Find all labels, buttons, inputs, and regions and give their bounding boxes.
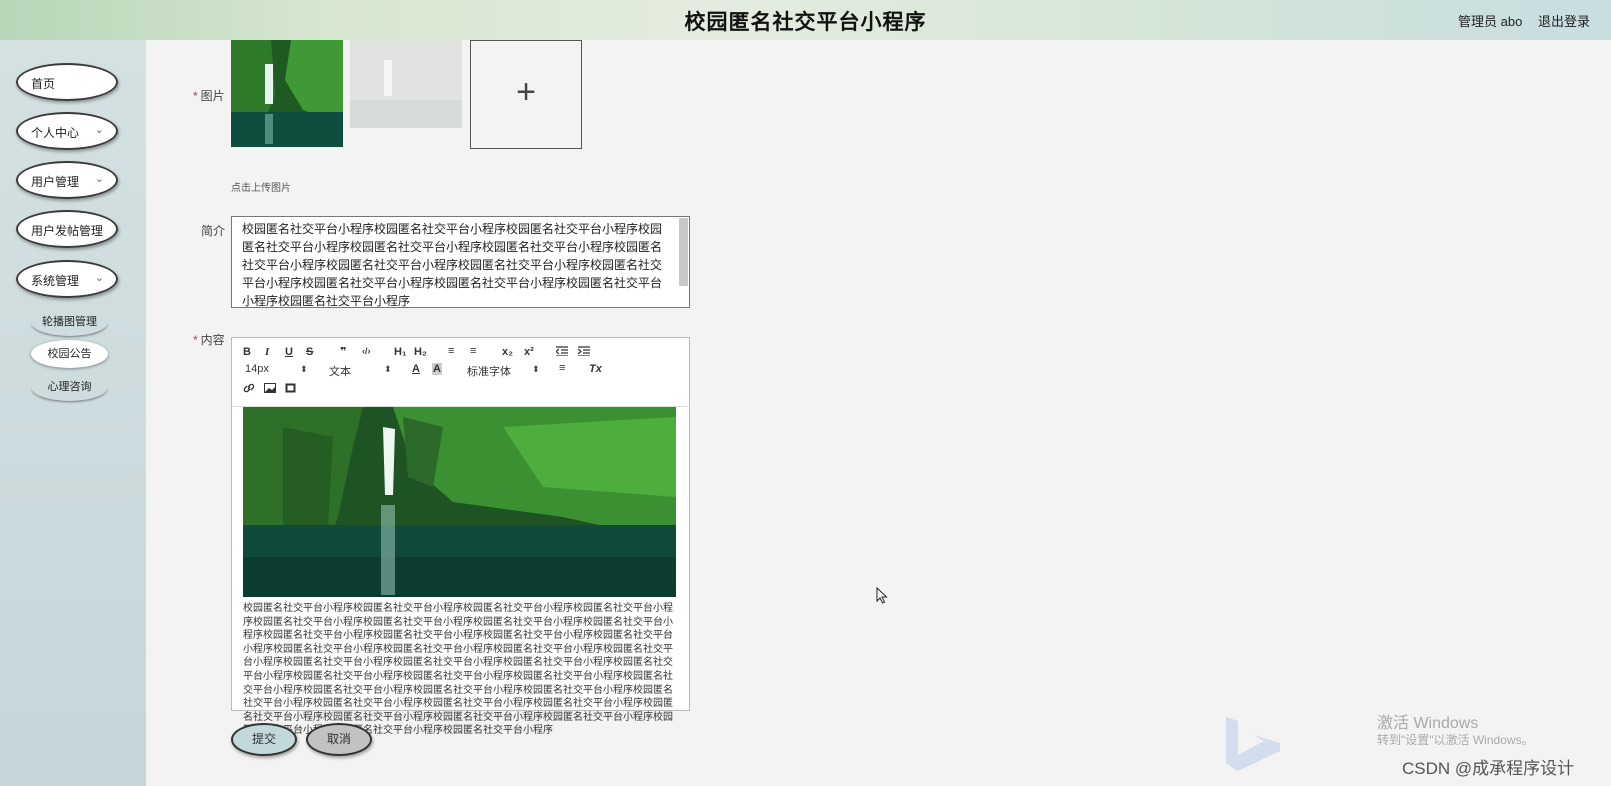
image-upload-button[interactable]: + <box>470 40 582 149</box>
sidebar-item-home[interactable]: 首页 <box>16 63 118 101</box>
chevron-down-icon: ⌄ <box>94 272 104 284</box>
clear-format-button[interactable]: Tx <box>589 363 602 375</box>
bold-button[interactable]: B <box>243 346 251 358</box>
editor-toolbar: B I U S ❞ ‹/› H₁ H₂ ≡ ≡ x₂ x² 14px ⬍ 文本 ⬍ … <box>232 338 689 407</box>
sidebar-item-label: 用户管理 <box>31 175 80 189</box>
required-asterisk: * <box>193 89 198 103</box>
ordered-list-button[interactable]: ≡ <box>448 345 454 357</box>
chevron-down-icon: ⌄ <box>94 173 104 185</box>
strikethrough-button[interactable]: S <box>306 346 313 358</box>
select-arrow-icon: ⬍ <box>532 364 540 374</box>
sidebar-item-label: 系统管理 <box>31 274 80 288</box>
logout-link[interactable]: 退出登录 <box>1538 11 1590 30</box>
upload-tip: 点击上传图片 <box>231 183 291 194</box>
font-family-select[interactable]: 标准字体 ⬍ <box>467 363 540 379</box>
h1-button[interactable]: H₁ <box>394 346 407 358</box>
intro-textarea[interactable]: 校园匿名社交平台小程序校园匿名社交平台小程序校园匿名社交平台小程序校园匿名社交平… <box>231 216 690 308</box>
intro-scrollbar[interactable] <box>679 218 688 286</box>
sidebar-subitem-announcement[interactable]: 校园公告 <box>31 340 108 368</box>
bullet-list-button[interactable]: ≡ <box>470 345 476 357</box>
csdn-watermark: CSDN @成承程序设计 <box>1402 759 1575 778</box>
sidebar-subitem-counseling[interactable]: 心理咨询 <box>31 373 108 401</box>
uploading-image-thumbnail <box>350 40 462 128</box>
select-arrow-icon: ⬍ <box>384 364 392 374</box>
video-icon <box>285 383 296 393</box>
sidebar-item-label: 个人中心 <box>31 126 80 140</box>
required-asterisk: * <box>193 333 198 347</box>
link-button[interactable] <box>243 383 255 396</box>
cancel-button[interactable]: 取消 <box>306 723 372 756</box>
font-size-select[interactable]: 14px ⬍ <box>245 363 308 375</box>
h2-button[interactable]: H₂ <box>414 346 427 358</box>
current-user: 管理员 abo <box>1458 14 1523 29</box>
sidebar-item-label: 用户发帖管理 <box>31 224 104 238</box>
image-button[interactable] <box>264 383 276 396</box>
app-title: 校园匿名社交平台小程序 <box>684 11 927 34</box>
rich-text-editor[interactable]: B I U S ❞ ‹/› H₁ H₂ ≡ ≡ x₂ x² 14px ⬍ 文本 ⬍ … <box>231 337 690 736</box>
align-button[interactable]: ≡ <box>559 362 565 374</box>
windows-activation-title: 激活 Windows <box>1377 715 1479 732</box>
underline-button[interactable]: U <box>285 346 293 358</box>
editor-embedded-image[interactable] <box>243 407 676 597</box>
sidebar-item-users[interactable]: 用户管理 ⌄ <box>16 161 118 199</box>
content-field-label: * 内容 <box>193 333 225 347</box>
video-button[interactable] <box>285 383 296 396</box>
intro-text: 校园匿名社交平台小程序校园匿名社交平台小程序校园匿名社交平台小程序校园匿名社交平… <box>242 222 663 308</box>
sidebar-subitem-carousel[interactable]: 轮播图管理 <box>31 308 108 336</box>
windows-activation-hint: 转到"设置"以激活 Windows。 <box>1377 733 1534 747</box>
mouse-cursor-icon <box>876 587 888 604</box>
indent-increase-icon <box>577 346 590 357</box>
submit-button[interactable]: 提交 <box>231 723 297 756</box>
image-field-label: * 图片 <box>193 89 225 103</box>
block-type-select[interactable]: 文本 ⬍ <box>329 363 392 379</box>
top-header: 校园匿名社交平台小程序 管理员 abo 退出登录 <box>0 0 1611 40</box>
editor-content-text: 校园匿名社交平台小程序校园匿名社交平台小程序校园匿名社交平台小程序校园匿名社交平… <box>243 603 673 737</box>
plus-icon: + <box>516 73 536 111</box>
sidebar: 首页 个人中心 ⌄ 用户管理 ⌄ 用户发帖管理 系统管理 ⌄ 轮播图管理 校园公… <box>0 40 146 786</box>
indent-decrease-button[interactable] <box>555 346 568 359</box>
image-icon <box>264 383 276 393</box>
bing-watermark-icon <box>1226 717 1280 771</box>
text-color-button[interactable]: A <box>412 363 420 375</box>
sidebar-item-label: 首页 <box>31 77 56 91</box>
indent-decrease-icon <box>555 346 568 357</box>
sidebar-item-profile[interactable]: 个人中心 ⌄ <box>16 112 118 150</box>
uploaded-image-thumbnail[interactable] <box>231 40 343 147</box>
superscript-button[interactable]: x² <box>524 346 534 358</box>
italic-button[interactable]: I <box>265 346 269 358</box>
select-arrow-icon: ⬍ <box>300 364 308 374</box>
link-icon <box>243 383 255 393</box>
intro-field-label: 简介 <box>201 224 226 238</box>
sidebar-item-system[interactable]: 系统管理 ⌄ <box>16 260 118 298</box>
subscript-button[interactable]: x₂ <box>502 346 513 358</box>
code-button[interactable]: ‹/› <box>362 346 371 356</box>
chevron-down-icon: ⌄ <box>94 124 104 136</box>
background-color-button[interactable]: A <box>432 363 442 375</box>
quote-button[interactable]: ❞ <box>340 345 346 358</box>
indent-increase-button[interactable] <box>577 346 590 359</box>
sidebar-item-posts[interactable]: 用户发帖管理 <box>16 210 118 248</box>
